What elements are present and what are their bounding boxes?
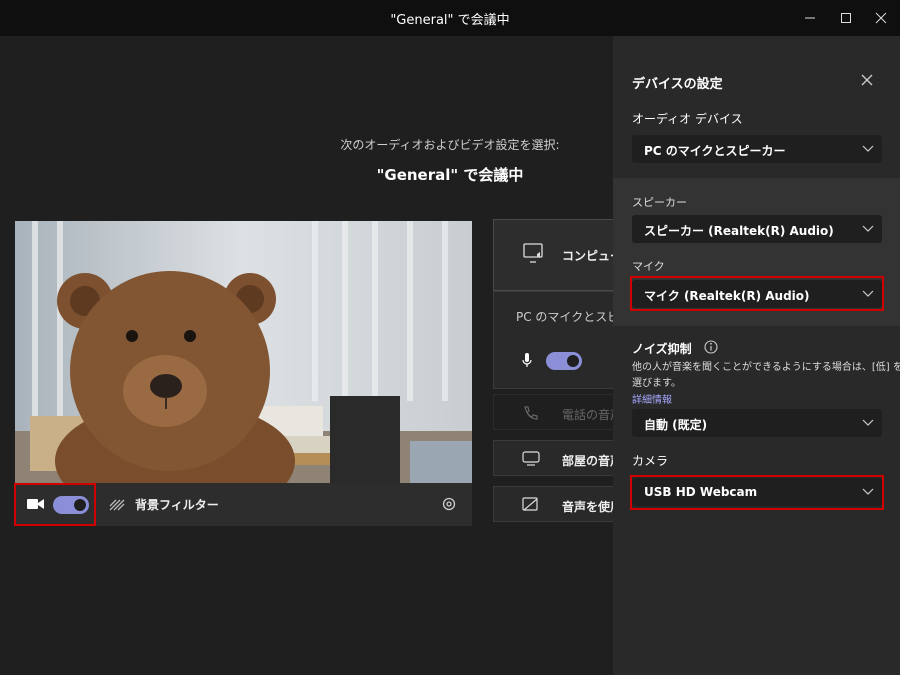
camera-highlight [630, 475, 884, 510]
background-filter-label[interactable]: 背景フィルター [135, 496, 219, 513]
noise-suppression-dropdown[interactable]: 自動 (既定) [632, 409, 882, 437]
settings-gear-icon[interactable] [441, 496, 457, 512]
microphone-toggle[interactable] [546, 352, 582, 370]
audio-device-dropdown[interactable]: PC のマイクとスピーカー [632, 135, 882, 163]
panel-title: デバイスの設定 [632, 77, 723, 92]
video-preview [15, 221, 472, 483]
camera-toggle-highlight [14, 483, 96, 526]
meeting-name: "General" で会議中 [376, 166, 524, 184]
phone-audio-label: 電話の音声 [562, 408, 613, 422]
close-icon [875, 12, 887, 24]
learn-more-link[interactable]: 詳細情報 [632, 391, 672, 406]
computer-audio-settings: PC のマイクとスピーカー [493, 291, 613, 389]
camera-label: カメラ [632, 454, 669, 468]
maximize-icon [841, 13, 851, 23]
room-audio-label: 部屋の音声 [562, 454, 613, 468]
room-audio-option[interactable]: 部屋の音声 [493, 440, 613, 476]
prejoin-area: 次のオーディオおよびビデオ設定を選択: "General" で会議中 背景フィル… [0, 36, 613, 675]
camera-preview-image [15, 221, 472, 483]
info-icon[interactable] [704, 340, 718, 354]
noise-suppression-label: ノイズ抑制 [632, 342, 692, 356]
chevron-down-icon [862, 225, 874, 232]
no-audio-icon [522, 497, 538, 511]
noise-description-1: 他の人が音楽を聞くことができるようにする場合は、[低] を [632, 362, 900, 373]
computer-audio-label: コンピュータ [562, 249, 613, 263]
noise-description-2: 選びます。 [632, 378, 681, 389]
chevron-down-icon [862, 419, 874, 426]
no-audio-label: 音声を使用 [562, 500, 613, 514]
prejoin-subtitle: 次のオーディオおよびビデオ設定を選択: [340, 138, 560, 152]
noise-value: 自動 (既定) [644, 418, 708, 432]
phone-audio-option[interactable]: 電話の音声 [493, 394, 613, 430]
chevron-down-icon [862, 145, 874, 152]
speaker-dropdown[interactable]: スピーカー (Realtek(R) Audio) [632, 215, 882, 243]
close-window-button[interactable] [866, 0, 896, 36]
computer-audio-icon [523, 243, 543, 263]
computer-audio-option[interactable]: コンピュータ [493, 219, 613, 291]
maximize-button[interactable] [831, 0, 861, 36]
title-bar: "General" で会議中 [0, 0, 900, 36]
background-filter-icon[interactable] [109, 499, 125, 511]
no-audio-option[interactable]: 音声を使用 [493, 486, 613, 522]
speaker-value: スピーカー (Realtek(R) Audio) [644, 224, 834, 238]
microphone-icon [522, 353, 532, 367]
mic-highlight [630, 276, 884, 311]
audio-device-label: オーディオ デバイス [632, 112, 743, 126]
audio-device-value: PC のマイクとスピーカー [644, 144, 786, 158]
room-audio-icon [522, 451, 540, 466]
phone-icon [524, 406, 538, 420]
window-title: "General" で会議中 [390, 13, 510, 28]
computer-audio-device: PC のマイクとスピーカー [516, 310, 613, 324]
minimize-icon [805, 17, 815, 19]
mic-label: マイク [632, 260, 665, 273]
minimize-button[interactable] [795, 0, 825, 36]
close-panel-icon[interactable] [861, 74, 873, 86]
speaker-label: スピーカー [632, 196, 687, 209]
device-settings-panel: デバイスの設定 オーディオ デバイス PC のマイクとスピーカー スピーカー ス… [613, 36, 900, 675]
